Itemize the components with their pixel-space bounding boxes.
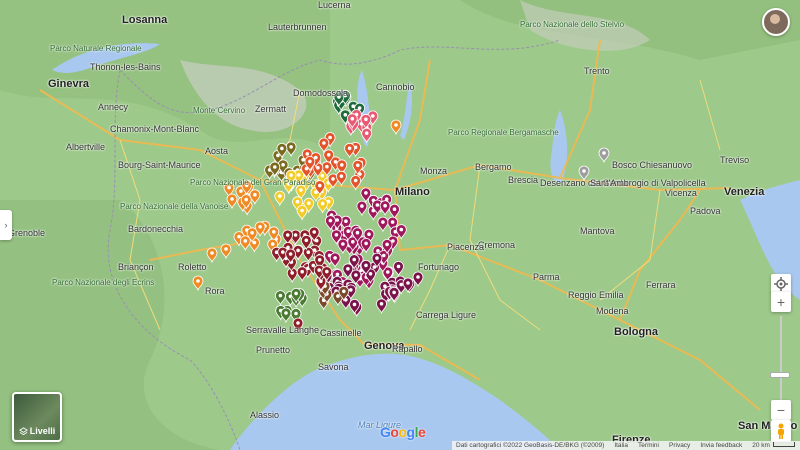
logo-letter: o [398,424,407,440]
pegman-icon [778,423,784,439]
map-pin[interactable] [377,216,389,233]
terms-link[interactable]: Termini [638,442,659,449]
map-pin[interactable] [302,246,314,263]
logo-letter: g [406,424,416,440]
plus-icon: + [776,294,786,310]
zoom-slider-thumb[interactable] [770,372,790,378]
map-pin[interactable] [317,198,329,214]
map-pin[interactable] [335,170,347,187]
privacy-link[interactable]: Privacy [669,442,690,449]
map-pins [192,90,610,334]
map-pin[interactable] [598,147,610,164]
map-pin[interactable] [379,200,391,216]
layers-label-row: Livelli [14,426,60,436]
account-avatar[interactable] [762,8,790,36]
map-pin[interactable] [292,317,304,334]
zoom-out-button[interactable]: − [771,400,791,420]
chevron-right-icon: › [4,220,8,230]
map-pin[interactable] [393,261,404,277]
layers-icon [18,426,28,435]
map-pin[interactable] [282,229,294,246]
zoom-in-button[interactable]: + [771,292,791,312]
map-pin[interactable] [285,141,297,158]
map-pin[interactable] [344,142,356,159]
scale-bar [772,442,795,447]
map-pin[interactable] [280,307,292,324]
map-pin[interactable] [206,247,218,264]
scale-indicator[interactable]: 20 km [752,442,795,449]
map-pin[interactable] [389,203,400,220]
map-canvas[interactable]: Losanna Lucerna Ginevra Annecy Thonon-les-Ba… [0,0,800,450]
map-pin[interactable] [192,275,204,292]
map-pin[interactable] [376,298,387,315]
scale-label: 20 km [752,442,770,449]
street-view-pegman[interactable] [771,420,791,442]
map-pin[interactable] [337,238,349,255]
layers-label: Livelli [29,426,56,436]
feedback-link[interactable]: Invia feedback [700,442,742,449]
map-pin[interactable] [350,175,362,191]
map-pin[interactable] [249,189,261,205]
map-pin[interactable] [239,235,251,252]
map-pin[interactable] [296,266,308,282]
google-logo: Google [380,424,426,440]
attribution-bar: Dati cartografici ©2022 GeoBasis-DE/BKG … [452,441,800,450]
map-pin[interactable] [361,127,373,144]
map-pin[interactable] [578,165,590,182]
logo-letter: e [417,424,426,440]
map-pin[interactable] [390,119,402,136]
region-link[interactable]: Italia [614,442,628,449]
logo-letter: G [380,424,391,440]
map-pin[interactable] [296,205,308,221]
map-pin[interactable] [226,193,238,210]
map-pin[interactable] [220,243,232,260]
minus-icon: − [776,402,786,418]
my-location-button[interactable] [771,274,791,294]
map-pin[interactable] [329,252,341,269]
zoom-slider-track[interactable] [780,316,782,406]
layers-button[interactable]: Livelli [12,392,62,442]
map-pin[interactable] [274,290,286,306]
map-pin[interactable] [356,200,368,217]
side-panel-toggle[interactable]: › [0,210,12,240]
crosshair-icon [774,277,788,291]
map-pin[interactable] [274,190,286,207]
map-data-credit: Dati cartografici ©2022 GeoBasis-DE/BKG … [456,442,605,449]
